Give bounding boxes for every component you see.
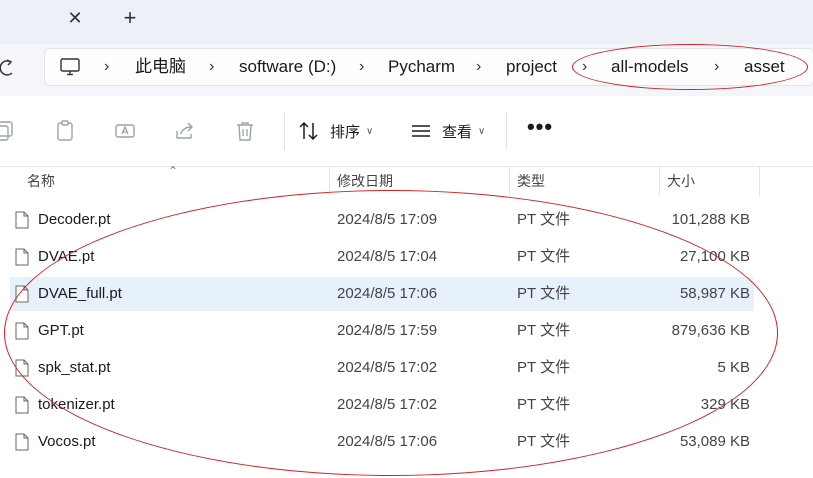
file-size: 27,100 KB xyxy=(679,248,750,265)
share-icon[interactable] xyxy=(174,120,196,142)
file-icon xyxy=(15,248,29,266)
chevron-right-icon[interactable]: › xyxy=(209,49,214,87)
file-row[interactable]: Decoder.pt 2024/8/5 17:09 PT 文件 101,288 KB xyxy=(10,203,754,237)
file-date-modified: 2024/8/5 17:59 xyxy=(337,322,438,339)
file-type: PT 文件 xyxy=(517,322,571,339)
this-pc-icon[interactable] xyxy=(59,57,81,77)
chevron-right-icon[interactable]: › xyxy=(359,49,364,87)
chevron-right-icon[interactable]: › xyxy=(582,49,587,87)
chevron-down-icon: ∨ xyxy=(478,125,486,137)
breadcrumb-asset[interactable]: asset xyxy=(744,49,785,87)
file-name: Vocos.pt xyxy=(38,433,96,450)
close-tab-button[interactable]: ✕ xyxy=(64,7,86,29)
file-date-modified: 2024/8/5 17:02 xyxy=(337,359,438,376)
chevron-right-icon[interactable]: › xyxy=(476,49,481,87)
file-size: 58,987 KB xyxy=(679,285,750,302)
file-name: Decoder.pt xyxy=(38,211,111,228)
file-row[interactable]: tokenizer.pt 2024/8/5 17:02 PT 文件 329 KB xyxy=(10,388,754,422)
breadcrumb-pycharm[interactable]: Pycharm xyxy=(388,49,455,87)
file-name: GPT.pt xyxy=(38,322,84,339)
file-icon xyxy=(15,396,29,414)
sort-label: 排序 xyxy=(330,123,361,141)
file-name: spk_stat.pt xyxy=(38,359,111,376)
breadcrumb-software-drive[interactable]: software (D:) xyxy=(239,49,336,87)
toolbar-divider xyxy=(506,112,507,150)
view-icon xyxy=(412,125,430,137)
copy-icon[interactable] xyxy=(0,120,22,142)
file-date-modified: 2024/8/5 17:02 xyxy=(337,396,438,413)
file-icon xyxy=(15,322,29,340)
file-type: PT 文件 xyxy=(517,248,571,265)
file-size: 5 KB xyxy=(717,359,750,376)
file-type: PT 文件 xyxy=(517,211,571,228)
file-row[interactable]: spk_stat.pt 2024/8/5 17:02 PT 文件 5 KB xyxy=(10,351,754,385)
file-type: PT 文件 xyxy=(517,359,571,376)
file-row[interactable]: DVAE.pt 2024/8/5 17:04 PT 文件 27,100 KB xyxy=(10,240,754,274)
file-type: PT 文件 xyxy=(517,433,571,450)
file-date-modified: 2024/8/5 17:06 xyxy=(337,433,438,450)
column-divider[interactable] xyxy=(329,166,330,196)
file-type: PT 文件 xyxy=(517,396,571,413)
breadcrumb-this-pc[interactable]: 此电脑 xyxy=(135,49,186,87)
file-name: DVAE_full.pt xyxy=(38,285,122,302)
breadcrumb[interactable]: › 此电脑 › software (D:) › Pycharm › projec… xyxy=(44,48,813,86)
file-type: PT 文件 xyxy=(517,285,571,302)
file-date-modified: 2024/8/5 17:09 xyxy=(337,211,438,228)
column-divider[interactable] xyxy=(659,166,660,196)
column-header-date[interactable]: 修改日期 xyxy=(337,166,393,196)
toolbar-divider xyxy=(284,112,285,150)
tab-strip: ✕ + xyxy=(0,0,813,44)
delete-icon[interactable] xyxy=(234,120,256,142)
file-name: DVAE.pt xyxy=(38,248,95,265)
file-icon xyxy=(15,285,29,303)
view-label: 查看 xyxy=(442,123,473,141)
file-icon xyxy=(15,433,29,451)
chevron-right-icon[interactable]: › xyxy=(714,49,719,87)
file-icon xyxy=(15,211,29,229)
file-row[interactable]: Vocos.pt 2024/8/5 17:06 PT 文件 53,089 KB xyxy=(10,425,754,459)
file-row[interactable]: DVAE_full.pt 2024/8/5 17:06 PT 文件 58,987 KB xyxy=(10,277,754,311)
file-size: 879,636 KB xyxy=(671,322,750,339)
chevron-down-icon: ∨ xyxy=(366,125,374,137)
column-header-size[interactable]: 大小 xyxy=(667,166,695,196)
new-tab-button[interactable]: + xyxy=(119,5,141,30)
sort-icon xyxy=(299,121,318,141)
more-options-button[interactable]: ••• xyxy=(526,116,554,144)
view-button[interactable]: 查看 ∨ xyxy=(410,116,485,146)
file-date-modified: 2024/8/5 17:04 xyxy=(337,248,438,265)
file-row[interactable]: GPT.pt 2024/8/5 17:59 PT 文件 879,636 KB xyxy=(10,314,754,348)
breadcrumb-all-models[interactable]: all-models xyxy=(611,49,688,87)
file-size: 101,288 KB xyxy=(671,211,750,228)
paste-icon[interactable] xyxy=(54,120,76,142)
sort-ascending-icon: ⌃ xyxy=(168,164,179,178)
rename-icon[interactable] xyxy=(114,120,136,142)
file-icon xyxy=(15,359,29,377)
sort-button[interactable]: 排序 ∨ xyxy=(298,116,373,146)
column-header-row: ⌃ 名称 修改日期 类型 大小 xyxy=(0,164,813,196)
file-size: 329 KB xyxy=(700,396,750,413)
column-divider[interactable] xyxy=(509,166,510,196)
column-header-type[interactable]: 类型 xyxy=(517,166,545,196)
chevron-right-icon[interactable]: › xyxy=(104,49,109,87)
file-date-modified: 2024/8/5 17:06 xyxy=(337,285,438,302)
column-divider[interactable] xyxy=(759,166,760,196)
refresh-icon[interactable] xyxy=(0,58,16,78)
file-size: 53,089 KB xyxy=(679,433,750,450)
file-name: tokenizer.pt xyxy=(38,396,115,413)
breadcrumb-project[interactable]: project xyxy=(506,49,557,87)
column-header-name[interactable]: 名称 xyxy=(27,166,55,196)
